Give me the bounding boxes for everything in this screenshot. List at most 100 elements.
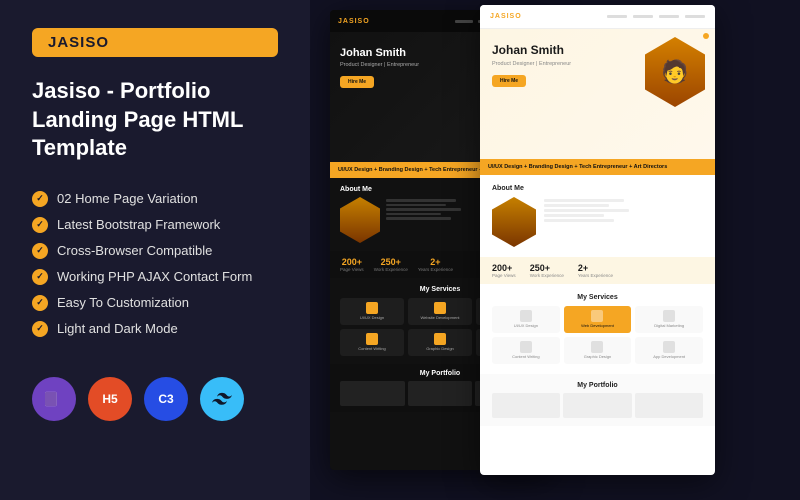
check-icon: ✓ xyxy=(32,191,48,207)
dark-about-line xyxy=(386,213,441,216)
light-nav-link xyxy=(607,15,627,18)
dark-avatar-hex xyxy=(340,197,380,243)
feature-label: 02 Home Page Variation xyxy=(57,191,198,206)
dark-nav-link xyxy=(455,20,473,23)
light-services-grid: UI/UX Design Web Development Digital Mar… xyxy=(492,306,703,364)
light-stat: 200+ Page Views xyxy=(492,263,516,278)
light-stat-label: Work Experience xyxy=(530,273,564,278)
feature-label: Latest Bootstrap Framework xyxy=(57,217,220,232)
light-service-card-highlight: Web Development xyxy=(564,306,632,333)
css3-label: C3 xyxy=(158,392,173,406)
dark-service-card: Graphic Design xyxy=(408,329,472,356)
dark-portfolio-item xyxy=(408,381,473,406)
dark-service-icon xyxy=(366,333,378,345)
light-portfolio-title: My Portfolio xyxy=(492,382,703,389)
dark-service-name: Website Development xyxy=(411,316,469,321)
light-stat-label: Years Experience xyxy=(578,273,613,278)
dark-service-name: Graphic Design xyxy=(411,347,469,352)
html5-label: H5 xyxy=(102,392,117,406)
feature-label: Light and Dark Mode xyxy=(57,321,178,336)
dark-stat-label: Page Views xyxy=(340,267,364,272)
light-about-hex-fill xyxy=(492,197,536,247)
dark-about-hex-fill xyxy=(340,197,380,243)
css3-icon: C3 xyxy=(144,377,188,421)
dark-service-icon xyxy=(434,333,446,345)
light-nav-link xyxy=(659,15,679,18)
check-icon: ✓ xyxy=(32,243,48,259)
light-service-icon xyxy=(520,310,532,322)
tailwind-icon xyxy=(200,377,244,421)
check-icon: ✓ xyxy=(32,295,48,311)
dark-stat-number: 200+ xyxy=(340,257,364,267)
light-stat: 250+ Work Experience xyxy=(530,263,564,278)
light-ticker: UI/UX Design + Branding Design + Tech En… xyxy=(480,159,715,175)
light-service-name: Content Writing xyxy=(495,355,557,360)
light-about-title: About Me xyxy=(492,185,703,192)
check-icon: ✓ xyxy=(32,269,48,285)
light-hero-section: Johan Smith Product Designer | Entrepren… xyxy=(480,29,715,159)
light-service-card: Content Writing xyxy=(492,337,560,364)
light-service-icon xyxy=(591,341,603,353)
dark-stat-number: 250+ xyxy=(374,257,408,267)
light-hire-btn: Hire Me xyxy=(492,75,526,87)
light-stat: 2+ Years Experience xyxy=(578,263,613,278)
right-panel: JASISO Johan Smith Product Designer | En… xyxy=(310,0,800,500)
light-portfolio-item xyxy=(563,393,631,418)
list-item: ✓ Easy To Customization xyxy=(32,295,278,311)
light-stat-number: 200+ xyxy=(492,263,516,273)
dark-service-icon xyxy=(366,302,378,314)
dark-stat-label: Years Experience xyxy=(418,267,453,272)
bootstrap-icon xyxy=(32,377,76,421)
light-service-icon xyxy=(591,310,603,322)
light-portfolio-grid xyxy=(492,393,703,418)
list-item: ✓ 02 Home Page Variation xyxy=(32,191,278,207)
light-ticker-text: UI/UX Design + Branding Design + Tech En… xyxy=(480,164,675,170)
light-about-section: About Me xyxy=(480,175,715,257)
dark-stat-label: Work Experience xyxy=(374,267,408,272)
light-service-name: UI/UX Design xyxy=(495,324,557,329)
feature-label: Easy To Customization xyxy=(57,295,189,310)
dark-service-card: UI/UX Design xyxy=(340,298,404,325)
light-portfolio-section: My Portfolio xyxy=(480,374,715,426)
light-about-line xyxy=(544,199,624,202)
light-about-line xyxy=(544,214,604,217)
dark-stat-number: 2+ xyxy=(418,257,453,267)
light-stat-number: 2+ xyxy=(578,263,613,273)
dark-service-card: Content Writing xyxy=(340,329,404,356)
light-about-line xyxy=(544,219,614,222)
dark-stat: 200+ Page Views xyxy=(340,257,364,272)
light-nav: JASISO xyxy=(480,5,715,29)
light-hero-dot xyxy=(703,33,709,39)
dark-service-icon xyxy=(434,302,446,314)
light-stats-section: 200+ Page Views 250+ Work Experience 2+ … xyxy=(480,257,715,284)
dark-about-lines xyxy=(386,197,461,243)
check-icon: ✓ xyxy=(32,321,48,337)
light-service-icon xyxy=(663,341,675,353)
light-avatar-hex xyxy=(492,197,536,247)
light-service-name: Digital Marketing xyxy=(638,324,700,329)
dark-stat: 250+ Work Experience xyxy=(374,257,408,272)
list-item: ✓ Latest Bootstrap Framework xyxy=(32,217,278,233)
light-portfolio-item xyxy=(492,393,560,418)
light-service-card: App Development xyxy=(635,337,703,364)
light-services-title: My Services xyxy=(492,294,703,301)
light-nav-link xyxy=(685,15,705,18)
light-stat-number: 250+ xyxy=(530,263,564,273)
page-title: Jasiso - Portfolio Landing Page HTML Tem… xyxy=(32,77,278,163)
light-stat-label: Page Views xyxy=(492,273,516,278)
dark-hire-btn: Hire Me xyxy=(340,76,374,88)
tech-icons-row: H5 C3 xyxy=(32,377,278,421)
light-service-name: App Development xyxy=(638,355,700,360)
html5-icon: H5 xyxy=(88,377,132,421)
check-icon: ✓ xyxy=(32,217,48,233)
dark-about-line xyxy=(386,199,456,202)
dark-portfolio-item xyxy=(340,381,405,406)
light-service-icon xyxy=(663,310,675,322)
light-service-icon xyxy=(520,341,532,353)
dark-stat: 2+ Years Experience xyxy=(418,257,453,272)
light-template-screenshot: JASISO Johan Smith Product Designer | En… xyxy=(480,5,715,475)
light-services-section: My Services UI/UX Design Web Development… xyxy=(480,284,715,374)
dark-service-name: Content Writing xyxy=(343,347,401,352)
dark-about-line xyxy=(386,217,451,220)
light-about-line xyxy=(544,204,609,207)
